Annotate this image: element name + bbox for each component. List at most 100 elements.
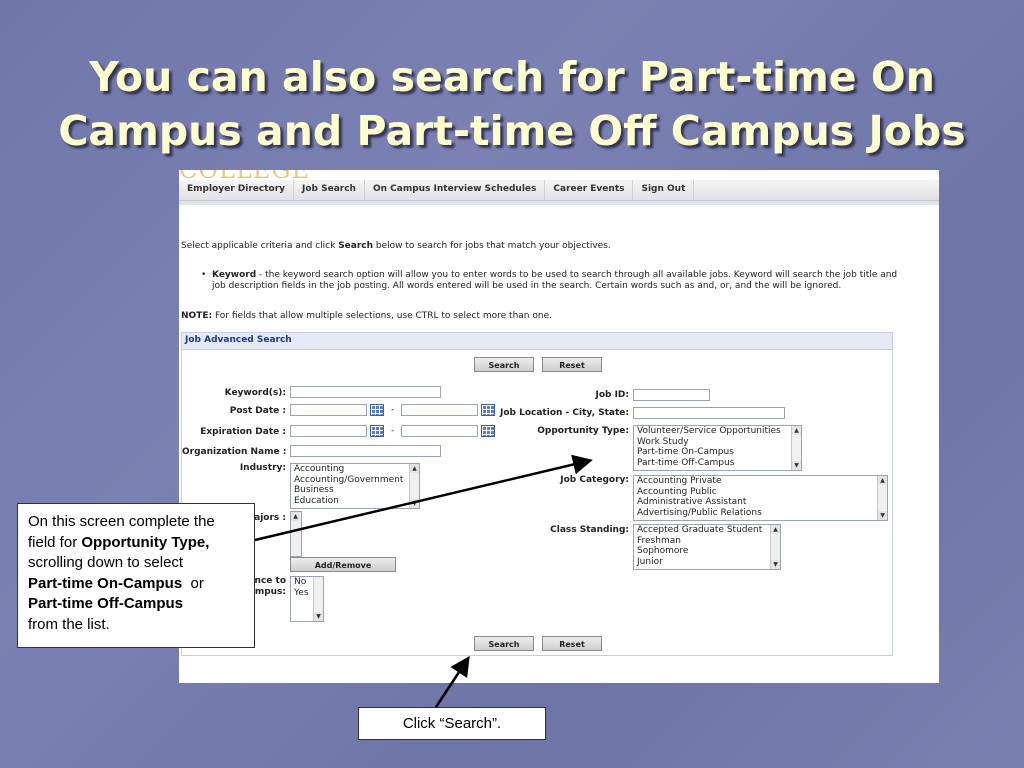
scroll-down-arrow-icon[interactable]: ▼ [878,511,887,520]
expiration-date-to-input[interactable] [401,425,478,437]
class-standing-listbox[interactable]: Accepted Graduate Student Freshman Sopho… [633,524,781,570]
slide-title-line2: Campus and Part-time Off Campus Jobs [58,107,966,155]
nav-career-events[interactable]: Career Events [545,180,634,200]
expiration-date-label: Expiration Date : [200,427,286,437]
nav-employer-directory[interactable]: Employer Directory [179,180,295,200]
keywords-input[interactable] [290,386,441,398]
callout-line4: Part-time On-Campus or [28,574,244,595]
list-option[interactable]: Part-time Off-Campus [634,458,801,469]
callout-line2-bold: Opportunity Type, [81,533,210,551]
scrollbar[interactable]: ▲ ▼ [791,426,801,470]
list-option[interactable]: Freshman [634,536,780,547]
date-range-dash: - [391,426,395,436]
keyword-help-body: - the keyword search option will allow y… [212,270,898,291]
expiration-date-from-input[interactable] [290,425,367,437]
keyword-help-bold: Keyword [212,270,257,280]
bullet-dot: • [201,270,207,280]
scrollbar[interactable]: ▼ [313,577,323,621]
list-option[interactable]: Work Study [634,437,801,448]
nav-divider [179,201,939,205]
click-search-callout: Click “Search”. [358,707,546,740]
job-location-label: Job Location - City, State: [500,408,629,418]
callout-line2-text: field for [28,533,82,551]
list-option[interactable]: Accounting Private [634,476,887,487]
organization-name-label: Organization Name : [182,447,287,457]
screenshot-panel: COLLEGE Employer Directory Job Search On… [179,170,939,683]
note-bold: NOTE: [181,311,213,321]
majors-listbox[interactable]: ▲ [290,511,302,557]
scrollbar[interactable]: ▲ [291,512,301,556]
keywords-label: Keyword(s): [224,388,286,398]
list-option[interactable]: Sophomore [634,546,780,557]
list-option[interactable]: Accounting [291,464,419,475]
search-button-top[interactable]: Search [474,357,534,372]
scrollbar[interactable]: ▲ ▼ [770,525,780,569]
opportunity-type-listbox[interactable]: Volunteer/Service Opportunities Work Stu… [633,425,802,471]
date-range-dash: - [391,405,395,415]
panel-title: Job Advanced Search [182,333,892,350]
list-option[interactable]: Accounting/Government [291,475,419,486]
scrollbar[interactable]: ▲ ▼ [409,464,419,508]
callout-line4-bold: Part-time On-Campus [28,574,183,592]
scroll-down-arrow-icon[interactable]: ▼ [771,560,780,569]
reset-button-bottom[interactable]: Reset [542,636,602,651]
reset-button-top[interactable]: Reset [542,357,602,372]
list-option[interactable]: Business [291,485,419,496]
list-option[interactable]: Volunteer/Service Opportunities [634,426,801,437]
scroll-down-arrow-icon[interactable]: ▼ [410,499,419,508]
industry-listbox[interactable]: Accounting Accounting/Government Busines… [290,463,420,509]
keyword-help-text: Keyword - the keyword search option will… [212,270,912,292]
list-option[interactable]: Education [291,496,419,507]
callout-line2: field for Opportunity Type, [28,533,244,554]
callout-line5: Part-time Off-Campus [28,594,244,615]
scroll-down-arrow-icon[interactable]: ▼ [314,612,323,621]
intro-text-bold: Search [338,241,374,251]
scroll-up-arrow-icon[interactable]: ▲ [291,512,300,521]
list-option[interactable]: Accepted Graduate Student [634,525,780,536]
slide-title-line1: You can also search for Part-time On [89,53,935,101]
job-category-listbox[interactable]: Accounting Private Accounting Public Adm… [633,475,888,521]
industry-label: Industry: [239,463,286,473]
list-option[interactable]: Part-time On-Campus [634,447,801,458]
scroll-up-arrow-icon[interactable]: ▲ [771,525,780,534]
preference-listbox[interactable]: No Yes ▼ [290,576,324,622]
intro-text: Select applicable criteria and click Sea… [181,241,611,251]
nav-job-search[interactable]: Job Search [294,180,365,200]
calendar-icon[interactable] [481,425,495,437]
callout-line1: On this screen complete the [28,513,215,530]
nav-on-campus-interview-schedules[interactable]: On Campus Interview Schedules [365,180,546,200]
job-id-input[interactable] [633,389,710,401]
callout-line6: from the list. [28,615,110,633]
scroll-up-arrow-icon[interactable]: ▲ [792,426,801,435]
add-remove-button[interactable]: Add/Remove [290,557,396,572]
list-option[interactable]: Administrative Assistant [634,497,887,508]
list-option[interactable]: Junior [634,557,780,568]
callout-line5-bold: Part-time Off-Campus [28,595,184,612]
instruction-callout: On this screen complete the field for Op… [17,503,255,648]
scrollbar[interactable]: ▲ ▼ [877,476,887,520]
scroll-up-arrow-icon[interactable]: ▲ [410,464,419,473]
search-button-bottom[interactable]: Search [474,636,534,651]
scroll-up-arrow-icon[interactable]: ▲ [878,476,887,485]
list-option[interactable]: Accounting Public [634,487,887,498]
job-id-label: Job ID: [595,390,629,400]
job-location-input[interactable] [633,407,785,419]
post-date-label: Post Date : [229,406,286,416]
nav-sign-out[interactable]: Sign Out [633,180,695,200]
job-category-label: Job Category: [560,475,629,485]
calendar-icon[interactable] [370,425,384,437]
intro-text-start: Select applicable criteria and click [181,241,339,251]
slide-title: You can also search for Part-time On Cam… [20,50,1004,158]
calendar-icon[interactable] [370,404,384,416]
intro-text-end: below to search for jobs that match your… [373,241,611,251]
job-advanced-search-panel: Job Advanced Search Search Reset Keyword… [181,332,893,656]
opportunity-type-label: Opportunity Type: [537,426,629,436]
callout-line4-text: or [182,574,204,592]
list-option[interactable]: Advertising/Public Relations [634,508,887,519]
class-standing-label: Class Standing: [550,525,629,535]
organization-name-input[interactable] [290,445,441,457]
scroll-down-arrow-icon[interactable]: ▼ [792,461,801,470]
note-text: NOTE: For fields that allow multiple sel… [181,311,552,321]
post-date-from-input[interactable] [290,404,367,416]
post-date-to-input[interactable] [401,404,478,416]
